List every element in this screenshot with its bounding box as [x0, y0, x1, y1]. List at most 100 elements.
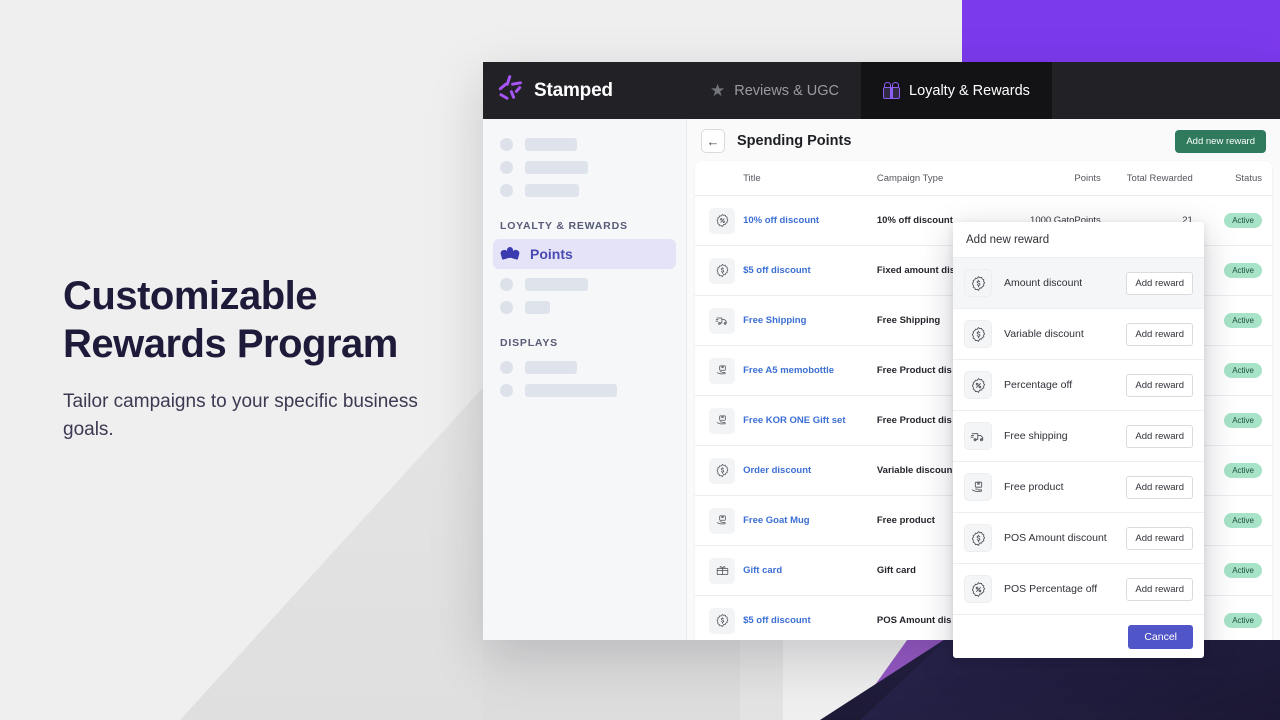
modal-reward-label: POS Percentage off — [1004, 583, 1098, 595]
stamped-logo-icon — [496, 74, 526, 106]
placeholder-icon — [500, 278, 513, 291]
tab-loyalty-rewards-label: Loyalty & Rewards — [909, 82, 1030, 99]
sidebar-placeholder-item[interactable] — [483, 273, 686, 296]
hand-box-icon — [709, 507, 735, 534]
row-status-cell: Active — [1199, 296, 1272, 346]
brand-area: Stamped — [483, 74, 688, 106]
sidebar-section-loyalty-rewards: LOYALTY & REWARDS — [500, 220, 628, 232]
main-header: ← Spending Points Add new reward — [687, 119, 1280, 161]
row-title-link[interactable]: Free A5 memobottle — [743, 365, 834, 376]
row-status-cell: Active — [1199, 246, 1272, 296]
modal-reward-row[interactable]: POS Amount discount Add reward — [953, 512, 1204, 563]
status-badge: Active — [1224, 613, 1262, 628]
hands-points-icon — [499, 246, 521, 262]
placeholder-label — [525, 361, 577, 374]
star-icon: ★ — [710, 81, 726, 100]
hand-box-icon — [964, 473, 992, 501]
page-title: Spending Points — [737, 133, 852, 149]
row-title-link[interactable]: $5 off discount — [743, 265, 811, 276]
placeholder-icon — [500, 184, 513, 197]
table-head: Title Campaign Type Points Total Rewarde… — [695, 161, 1272, 196]
modal-reward-row[interactable]: Amount discount Add reward — [953, 257, 1204, 308]
promo-subtext: Tailor campaigns to your specific busine… — [63, 391, 418, 440]
col-type: Campaign Type — [876, 161, 992, 196]
row-title-link[interactable]: 10% off discount — [743, 215, 819, 226]
cancel-button[interactable]: Cancel — [1128, 625, 1193, 649]
add-reward-button[interactable]: Add reward — [1126, 373, 1193, 397]
tab-loyalty-rewards[interactable]: Loyalty & Rewards — [861, 62, 1052, 119]
row-title-cell: Order discount — [743, 446, 877, 496]
hand-box-icon — [709, 357, 735, 384]
status-badge: Active — [1224, 263, 1262, 278]
row-icon-cell — [695, 246, 743, 296]
truck-icon — [709, 307, 735, 334]
row-icon-cell — [695, 196, 743, 246]
status-badge: Active — [1224, 213, 1262, 228]
row-type-label: 10% off discount — [876, 215, 953, 226]
row-title-link[interactable]: Order discount — [743, 465, 811, 476]
row-icon-cell — [695, 446, 743, 496]
add-reward-button[interactable]: Add reward — [1126, 475, 1193, 499]
sidebar-placeholder-item[interactable] — [483, 133, 686, 156]
sidebar-placeholder-item[interactable] — [483, 156, 686, 179]
row-icon-cell — [695, 496, 743, 546]
add-new-reward-modal: Add new reward Amount discount Add reward… — [953, 222, 1204, 658]
row-title-link[interactable]: Free Goat Mug — [743, 515, 810, 526]
sidebar-placeholder-item[interactable] — [483, 296, 686, 319]
add-reward-button[interactable]: Add reward — [1126, 322, 1193, 346]
table-header-row: Title Campaign Type Points Total Rewarde… — [695, 161, 1272, 196]
row-title-cell: Free Shipping — [743, 296, 877, 346]
modal-reward-row[interactable]: Free product Add reward — [953, 461, 1204, 512]
hand-box-icon — [709, 407, 735, 434]
row-type-label: Variable discoun — [876, 465, 953, 476]
tab-reviews-ugc-label: Reviews & UGC — [734, 82, 839, 99]
add-reward-button[interactable]: Add reward — [1126, 424, 1193, 448]
modal-reward-label: Free shipping — [1004, 430, 1068, 442]
row-icon-cell — [695, 346, 743, 396]
row-icon-cell — [695, 596, 743, 641]
row-status-cell: Active — [1199, 196, 1272, 246]
row-type-label: Fixed amount dis — [876, 265, 955, 276]
placeholder-label — [525, 184, 579, 197]
modal-reward-row[interactable]: POS Percentage off Add reward — [953, 563, 1204, 614]
placeholder-icon — [500, 384, 513, 397]
sidebar-placeholder-item[interactable] — [483, 379, 686, 402]
page-root: Customizable Rewards Program Tailor camp… — [0, 0, 1280, 720]
row-title-cell: Free KOR ONE Gift set — [743, 396, 877, 446]
modal-footer: Cancel — [953, 614, 1204, 658]
dollar-badge-icon — [964, 320, 992, 348]
tab-reviews-ugc[interactable]: ★ Reviews & UGC — [688, 62, 861, 119]
arrow-left-icon[interactable]: ← — [701, 129, 725, 153]
add-reward-button[interactable]: Add reward — [1126, 271, 1193, 295]
row-type-label: Free product — [876, 515, 935, 526]
modal-reward-row[interactable]: Percentage off Add reward — [953, 359, 1204, 410]
add-reward-button[interactable]: Add reward — [1126, 526, 1193, 550]
row-title-link[interactable]: Gift card — [743, 565, 782, 576]
sidebar-item-points[interactable]: Points — [493, 239, 700, 269]
placeholder-icon — [500, 361, 513, 374]
row-status-cell: Active — [1199, 396, 1272, 446]
row-title-cell: Free Goat Mug — [743, 496, 877, 546]
status-badge: Active — [1224, 513, 1262, 528]
sidebar-placeholder-item[interactable] — [483, 356, 686, 379]
modal-reward-label: Percentage off — [1004, 379, 1073, 391]
row-type-label: Free Product dis — [876, 365, 952, 376]
placeholder-label — [525, 278, 588, 291]
row-title-link[interactable]: Free Shipping — [743, 315, 806, 326]
placeholder-label — [525, 384, 617, 397]
row-type-label: Gift card — [876, 565, 916, 576]
sidebar-placeholder-item[interactable] — [483, 179, 686, 202]
modal-reward-row[interactable]: Free shipping Add reward — [953, 410, 1204, 461]
row-status-cell: Active — [1199, 346, 1272, 396]
add-new-reward-button[interactable]: Add new reward — [1175, 129, 1266, 153]
row-title-link[interactable]: Free KOR ONE Gift set — [743, 415, 845, 426]
row-title-cell: $5 off discount — [743, 596, 877, 641]
col-status: Status — [1198, 161, 1272, 196]
modal-reward-label: Free product — [1004, 481, 1064, 493]
modal-reward-row[interactable]: Variable discount Add reward — [953, 308, 1204, 359]
modal-reward-label: POS Amount discount — [1004, 532, 1107, 544]
row-title-link[interactable]: $5 off discount — [743, 615, 811, 626]
col-icon — [695, 161, 744, 196]
dollar-badge-icon — [709, 607, 735, 634]
add-reward-button[interactable]: Add reward — [1126, 577, 1193, 601]
